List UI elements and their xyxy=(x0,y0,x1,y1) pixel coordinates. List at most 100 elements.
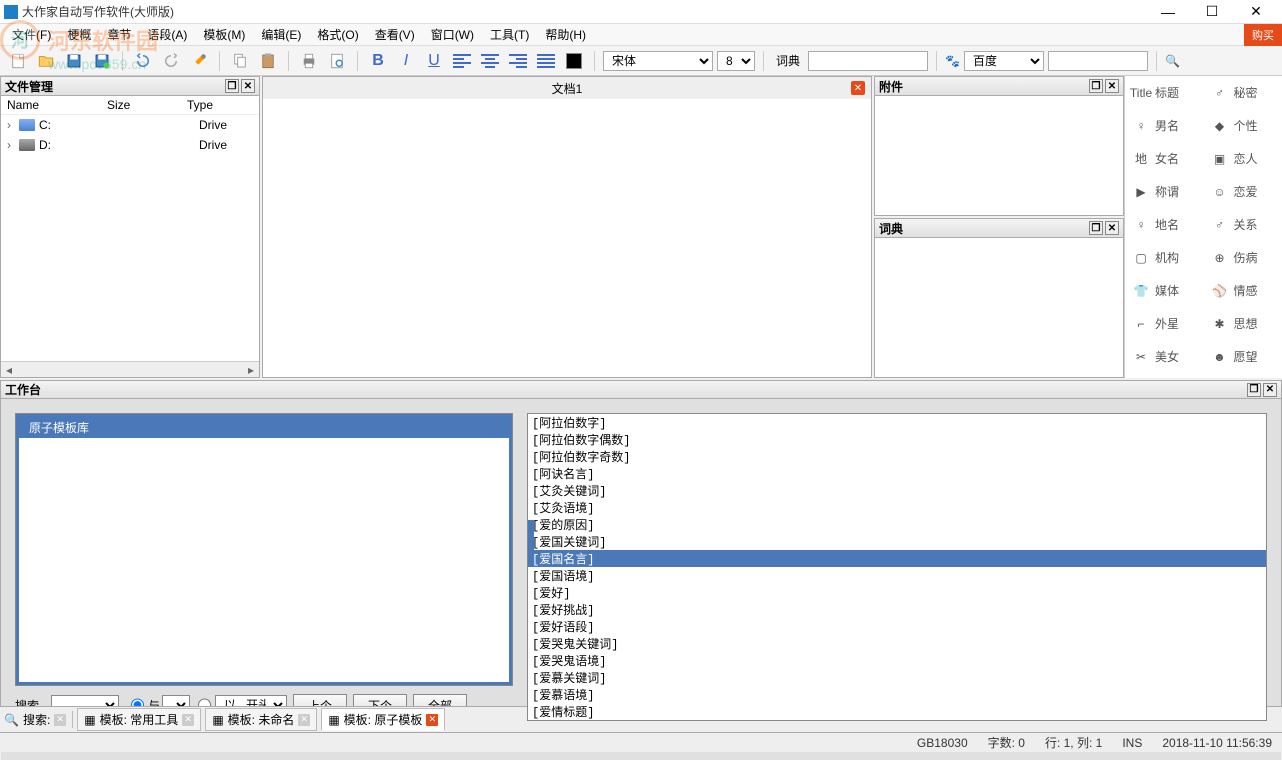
new-file-icon[interactable] xyxy=(6,49,30,73)
tab-close-icon[interactable]: ✕ xyxy=(298,714,310,726)
panel-close-icon[interactable]: ✕ xyxy=(241,79,255,93)
category-误会[interactable]: 🎨误会 xyxy=(1204,373,1282,378)
horizontal-scrollbar[interactable]: ◂▸ xyxy=(1,361,259,377)
bold-button[interactable]: B xyxy=(366,49,390,73)
menu-window[interactable]: 窗口(W) xyxy=(423,24,482,45)
list-item[interactable]: [爱好语段] xyxy=(528,618,1266,635)
category-情感[interactable]: ⚾情感 xyxy=(1204,274,1282,307)
category-男名[interactable]: ♀男名 xyxy=(1125,109,1204,142)
attachment-body[interactable] xyxy=(875,96,1123,215)
panel-restore-icon[interactable]: ❐ xyxy=(225,79,239,93)
save-icon[interactable] xyxy=(62,49,86,73)
search-engine-select[interactable]: 百度 xyxy=(964,51,1044,71)
align-justify-icon[interactable] xyxy=(534,49,558,73)
menu-format[interactable]: 格式(O) xyxy=(309,24,366,45)
document-tab[interactable]: 文档1 ✕ xyxy=(263,77,871,99)
template-tree[interactable]: 原子模板库 xyxy=(15,413,513,686)
category-称谓[interactable]: ▶称谓 xyxy=(1125,175,1204,208)
list-item[interactable]: [阿拉伯数字奇数] xyxy=(528,448,1266,465)
list-item[interactable]: [爱国语境] xyxy=(528,567,1266,584)
buy-button[interactable]: 购买 xyxy=(1244,24,1282,46)
panel-close-icon[interactable]: ✕ xyxy=(1263,383,1277,397)
template-list[interactable]: [阿拉伯数字][阿拉伯数字偶数][阿拉伯数字奇数][阿诀名言][艾灸关键词][艾… xyxy=(527,413,1267,721)
list-item[interactable]: [艾灸语境] xyxy=(528,499,1266,516)
drive-row[interactable]: › C: Drive xyxy=(1,115,259,135)
panel-close-icon[interactable]: ✕ xyxy=(1105,221,1119,235)
save-as-icon[interactable] xyxy=(90,49,114,73)
tab-close-icon[interactable]: ✕ xyxy=(851,81,865,95)
menu-template[interactable]: 模板(M) xyxy=(195,24,253,45)
close-button[interactable]: ✕ xyxy=(1234,0,1278,24)
dictionary-body[interactable] xyxy=(875,238,1123,377)
panel-restore-icon[interactable]: ❐ xyxy=(1089,221,1103,235)
list-item[interactable]: [阿拉伯数字偶数] xyxy=(528,431,1266,448)
search-icon[interactable]: 🔍 xyxy=(4,713,19,727)
align-center-icon[interactable] xyxy=(478,49,502,73)
drive-row[interactable]: › D: Drive xyxy=(1,135,259,155)
tab-common-tools[interactable]: ▦ 模板: 常用工具 ✕ xyxy=(77,708,201,731)
category-愿望[interactable]: ☻愿望 xyxy=(1204,340,1282,373)
align-right-icon[interactable] xyxy=(506,49,530,73)
tab-untitled[interactable]: ▦ 模板: 未命名 ✕ xyxy=(205,708,317,731)
menu-file[interactable]: 文件(F) xyxy=(4,24,59,45)
panel-restore-icon[interactable]: ❐ xyxy=(1089,79,1103,93)
category-女名[interactable]: 地女名 xyxy=(1125,142,1204,175)
category-标题[interactable]: Title标题 xyxy=(1125,76,1204,109)
category-恋爱[interactable]: ☺恋爱 xyxy=(1204,175,1282,208)
list-item[interactable]: [爱国名言] xyxy=(528,550,1266,567)
clear-search-icon[interactable]: ✕ xyxy=(54,714,66,726)
list-item[interactable]: [阿诀名言] xyxy=(528,465,1266,482)
italic-button[interactable]: I xyxy=(394,49,418,73)
list-item[interactable]: [爱慕关键词] xyxy=(528,669,1266,686)
category-机构[interactable]: ▢机构 xyxy=(1125,241,1204,274)
category-秘密[interactable]: ♂秘密 xyxy=(1204,76,1282,109)
list-item[interactable]: [阿拉伯数字] xyxy=(528,414,1266,431)
font-color-icon[interactable] xyxy=(562,49,586,73)
list-item[interactable]: [爱哭鬼语境] xyxy=(528,652,1266,669)
menu-edit[interactable]: 编辑(E) xyxy=(253,24,309,45)
menu-help[interactable]: 帮助(H) xyxy=(537,24,594,45)
font-select[interactable]: 宋体 xyxy=(603,51,713,71)
list-item[interactable]: [爱国关键词] xyxy=(528,533,1266,550)
dict-input[interactable] xyxy=(808,51,928,71)
underline-button[interactable]: U xyxy=(422,49,446,73)
list-item[interactable]: [爱好挑战] xyxy=(528,601,1266,618)
search-icon[interactable]: 🔍 xyxy=(1165,54,1180,68)
print-icon[interactable] xyxy=(297,49,321,73)
redo-icon[interactable] xyxy=(159,49,183,73)
category-个性[interactable]: ◆个性 xyxy=(1204,109,1282,142)
category-帅哥[interactable]: ◯帅哥 xyxy=(1125,373,1204,378)
maximize-button[interactable]: ☐ xyxy=(1190,0,1234,24)
category-外星[interactable]: ⌐外星 xyxy=(1125,307,1204,340)
category-美女[interactable]: ✂美女 xyxy=(1125,340,1204,373)
category-恋人[interactable]: ▣恋人 xyxy=(1204,142,1282,175)
list-item[interactable]: [爱好] xyxy=(528,584,1266,601)
menu-view[interactable]: 查看(V) xyxy=(367,24,423,45)
category-伤病[interactable]: ⊕伤病 xyxy=(1204,241,1282,274)
preview-icon[interactable] xyxy=(325,49,349,73)
copy-icon[interactable] xyxy=(228,49,252,73)
tab-close-icon[interactable]: ✕ xyxy=(426,714,438,726)
document-editor[interactable] xyxy=(263,99,871,377)
menu-synopsis[interactable]: 梗概 xyxy=(59,24,99,45)
list-item[interactable]: [爱慕语境] xyxy=(528,686,1266,703)
align-left-icon[interactable] xyxy=(450,49,474,73)
tab-atom-template[interactable]: ▦ 模板: 原子模板 ✕ xyxy=(321,708,445,731)
undo-icon[interactable] xyxy=(131,49,155,73)
paste-icon[interactable] xyxy=(256,49,280,73)
menu-chapter[interactable]: 章节 xyxy=(99,24,139,45)
menu-segment[interactable]: 语段(A) xyxy=(139,24,195,45)
menu-tools[interactable]: 工具(T) xyxy=(482,24,537,45)
tool-icon[interactable] xyxy=(187,49,211,73)
font-size-select[interactable]: 8 xyxy=(717,51,755,71)
panel-restore-icon[interactable]: ❐ xyxy=(1247,383,1261,397)
list-item[interactable]: [爱哭鬼关键词] xyxy=(528,635,1266,652)
open-file-icon[interactable] xyxy=(34,49,58,73)
panel-close-icon[interactable]: ✕ xyxy=(1105,79,1119,93)
list-item[interactable]: [爱情标题] xyxy=(528,703,1266,720)
list-item[interactable]: [艾灸关键词] xyxy=(528,482,1266,499)
category-地名[interactable]: ♀地名 xyxy=(1125,208,1204,241)
minimize-button[interactable]: — xyxy=(1146,0,1190,24)
category-关系[interactable]: ♂关系 xyxy=(1204,208,1282,241)
category-媒体[interactable]: 👕媒体 xyxy=(1125,274,1204,307)
